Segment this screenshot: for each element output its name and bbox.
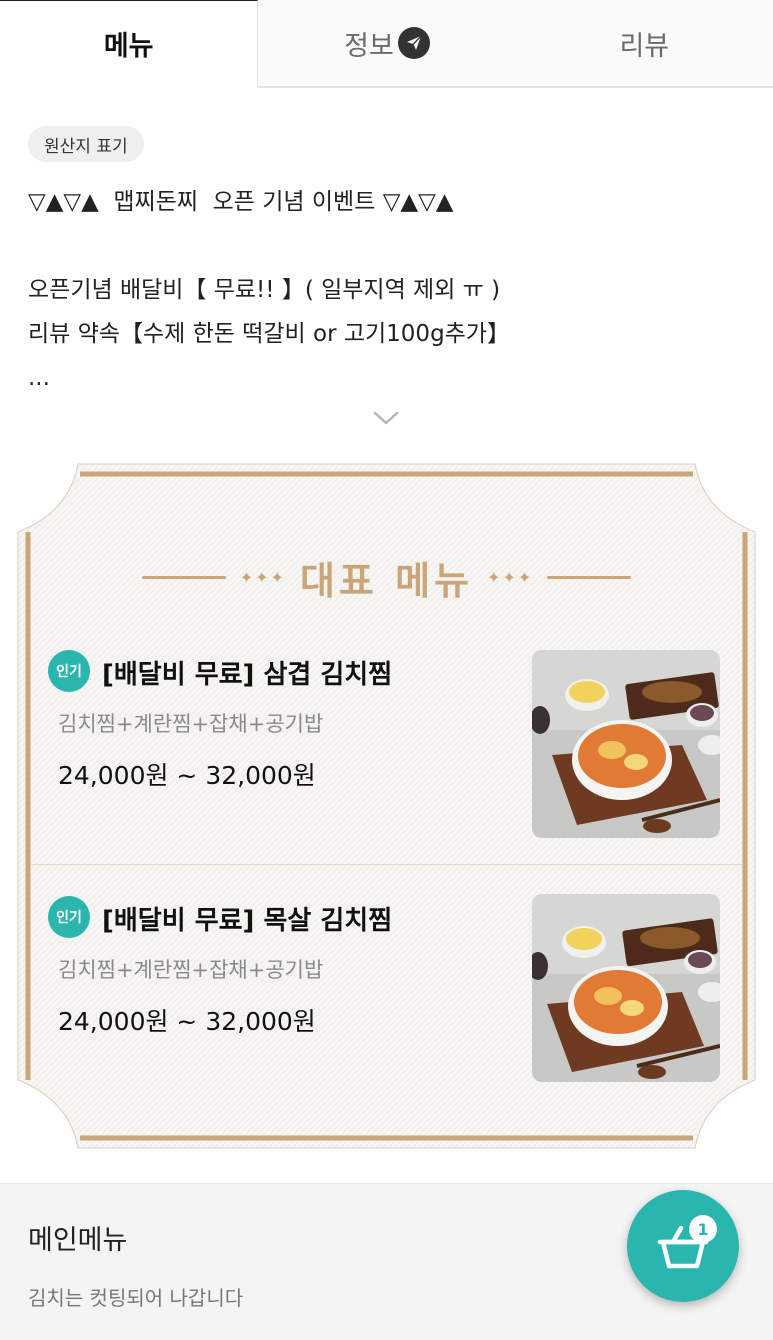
tab-menu-label: 메뉴 (103, 31, 154, 62)
notice-line (28, 224, 748, 268)
diamond-ornament-icon: ✦✦✦ (239, 567, 286, 587)
menu-item-description: 김치찜+계란찜+잡채+공기밥 (58, 712, 324, 736)
basket-icon (657, 1225, 709, 1269)
tab-menu[interactable]: 메뉴 (0, 0, 259, 88)
notice-line: ... (28, 365, 50, 391)
popular-badge: 인기 (48, 896, 90, 938)
tab-info[interactable]: 정보 (258, 0, 516, 88)
featured-menu-item[interactable]: 인기 [배달비 무료] 삼겹 김치찜 김치찜+계란찜+잡채+공기밥 24,000… (30, 636, 743, 864)
featured-menu-title: 대표 메뉴 (299, 558, 474, 603)
category-title: 메인메뉴 (28, 1225, 128, 1256)
chevron-down-icon[interactable] (371, 406, 401, 430)
menu-item-photo (532, 650, 720, 838)
notice-line: 오픈기념 배달비【 무료!! 】( 일부지역 제외 ㅠ ) (28, 277, 501, 303)
featured-menu-header: ✦✦✦ 대표 메뉴 ✦✦✦ (0, 545, 773, 609)
diamond-ornament-icon: ✦✦✦ (487, 567, 534, 587)
notice-line: 리뷰 약속【수제 한돈 떡갈비 or 고기100g추가】 (28, 321, 510, 347)
title-rule (141, 575, 226, 579)
menu-item-name: [배달비 무료] 목살 김치찜 (102, 906, 393, 936)
menu-item-price: 24,000원 ~ 32,000원 (58, 761, 316, 790)
category-description: 김치는 컷팅되어 나갑니다 (28, 1286, 244, 1310)
cart-button[interactable] (627, 1190, 739, 1302)
notice-line: ▽▲▽▲ 맵찌돈찌 오픈 기념 이벤트 ▽▲▽▲ (28, 189, 454, 215)
menu-item-price: 24,000원 ~ 32,000원 (58, 1007, 316, 1036)
origin-label-chip[interactable]: 원산지 표기 (28, 126, 144, 162)
tab-review-label: 리뷰 (619, 30, 670, 62)
popular-badge: 인기 (48, 650, 90, 692)
menu-item-name: [배달비 무료] 삼겹 김치찜 (102, 660, 393, 690)
menu-item-photo (532, 894, 720, 1082)
tab-bar: 메뉴 정보 리뷰 (0, 0, 773, 88)
item-divider (30, 864, 742, 865)
menu-item-description: 김치찜+계란찜+잡채+공기밥 (58, 958, 324, 982)
title-rule (547, 575, 632, 579)
send-icon (397, 27, 430, 59)
store-notice[interactable]: ▽▲▽▲ 맵찌돈찌 오픈 기념 이벤트 ▽▲▽▲ 오픈기념 배달비【 무료!! … (28, 180, 748, 400)
tab-info-label: 정보 (344, 30, 394, 62)
cart-count-badge: 1 (689, 1215, 717, 1243)
featured-menu-item[interactable]: 인기 [배달비 무료] 목살 김치찜 김치찜+계란찜+잡채+공기밥 24,000… (30, 880, 743, 1108)
tab-review[interactable]: 리뷰 (515, 0, 773, 88)
